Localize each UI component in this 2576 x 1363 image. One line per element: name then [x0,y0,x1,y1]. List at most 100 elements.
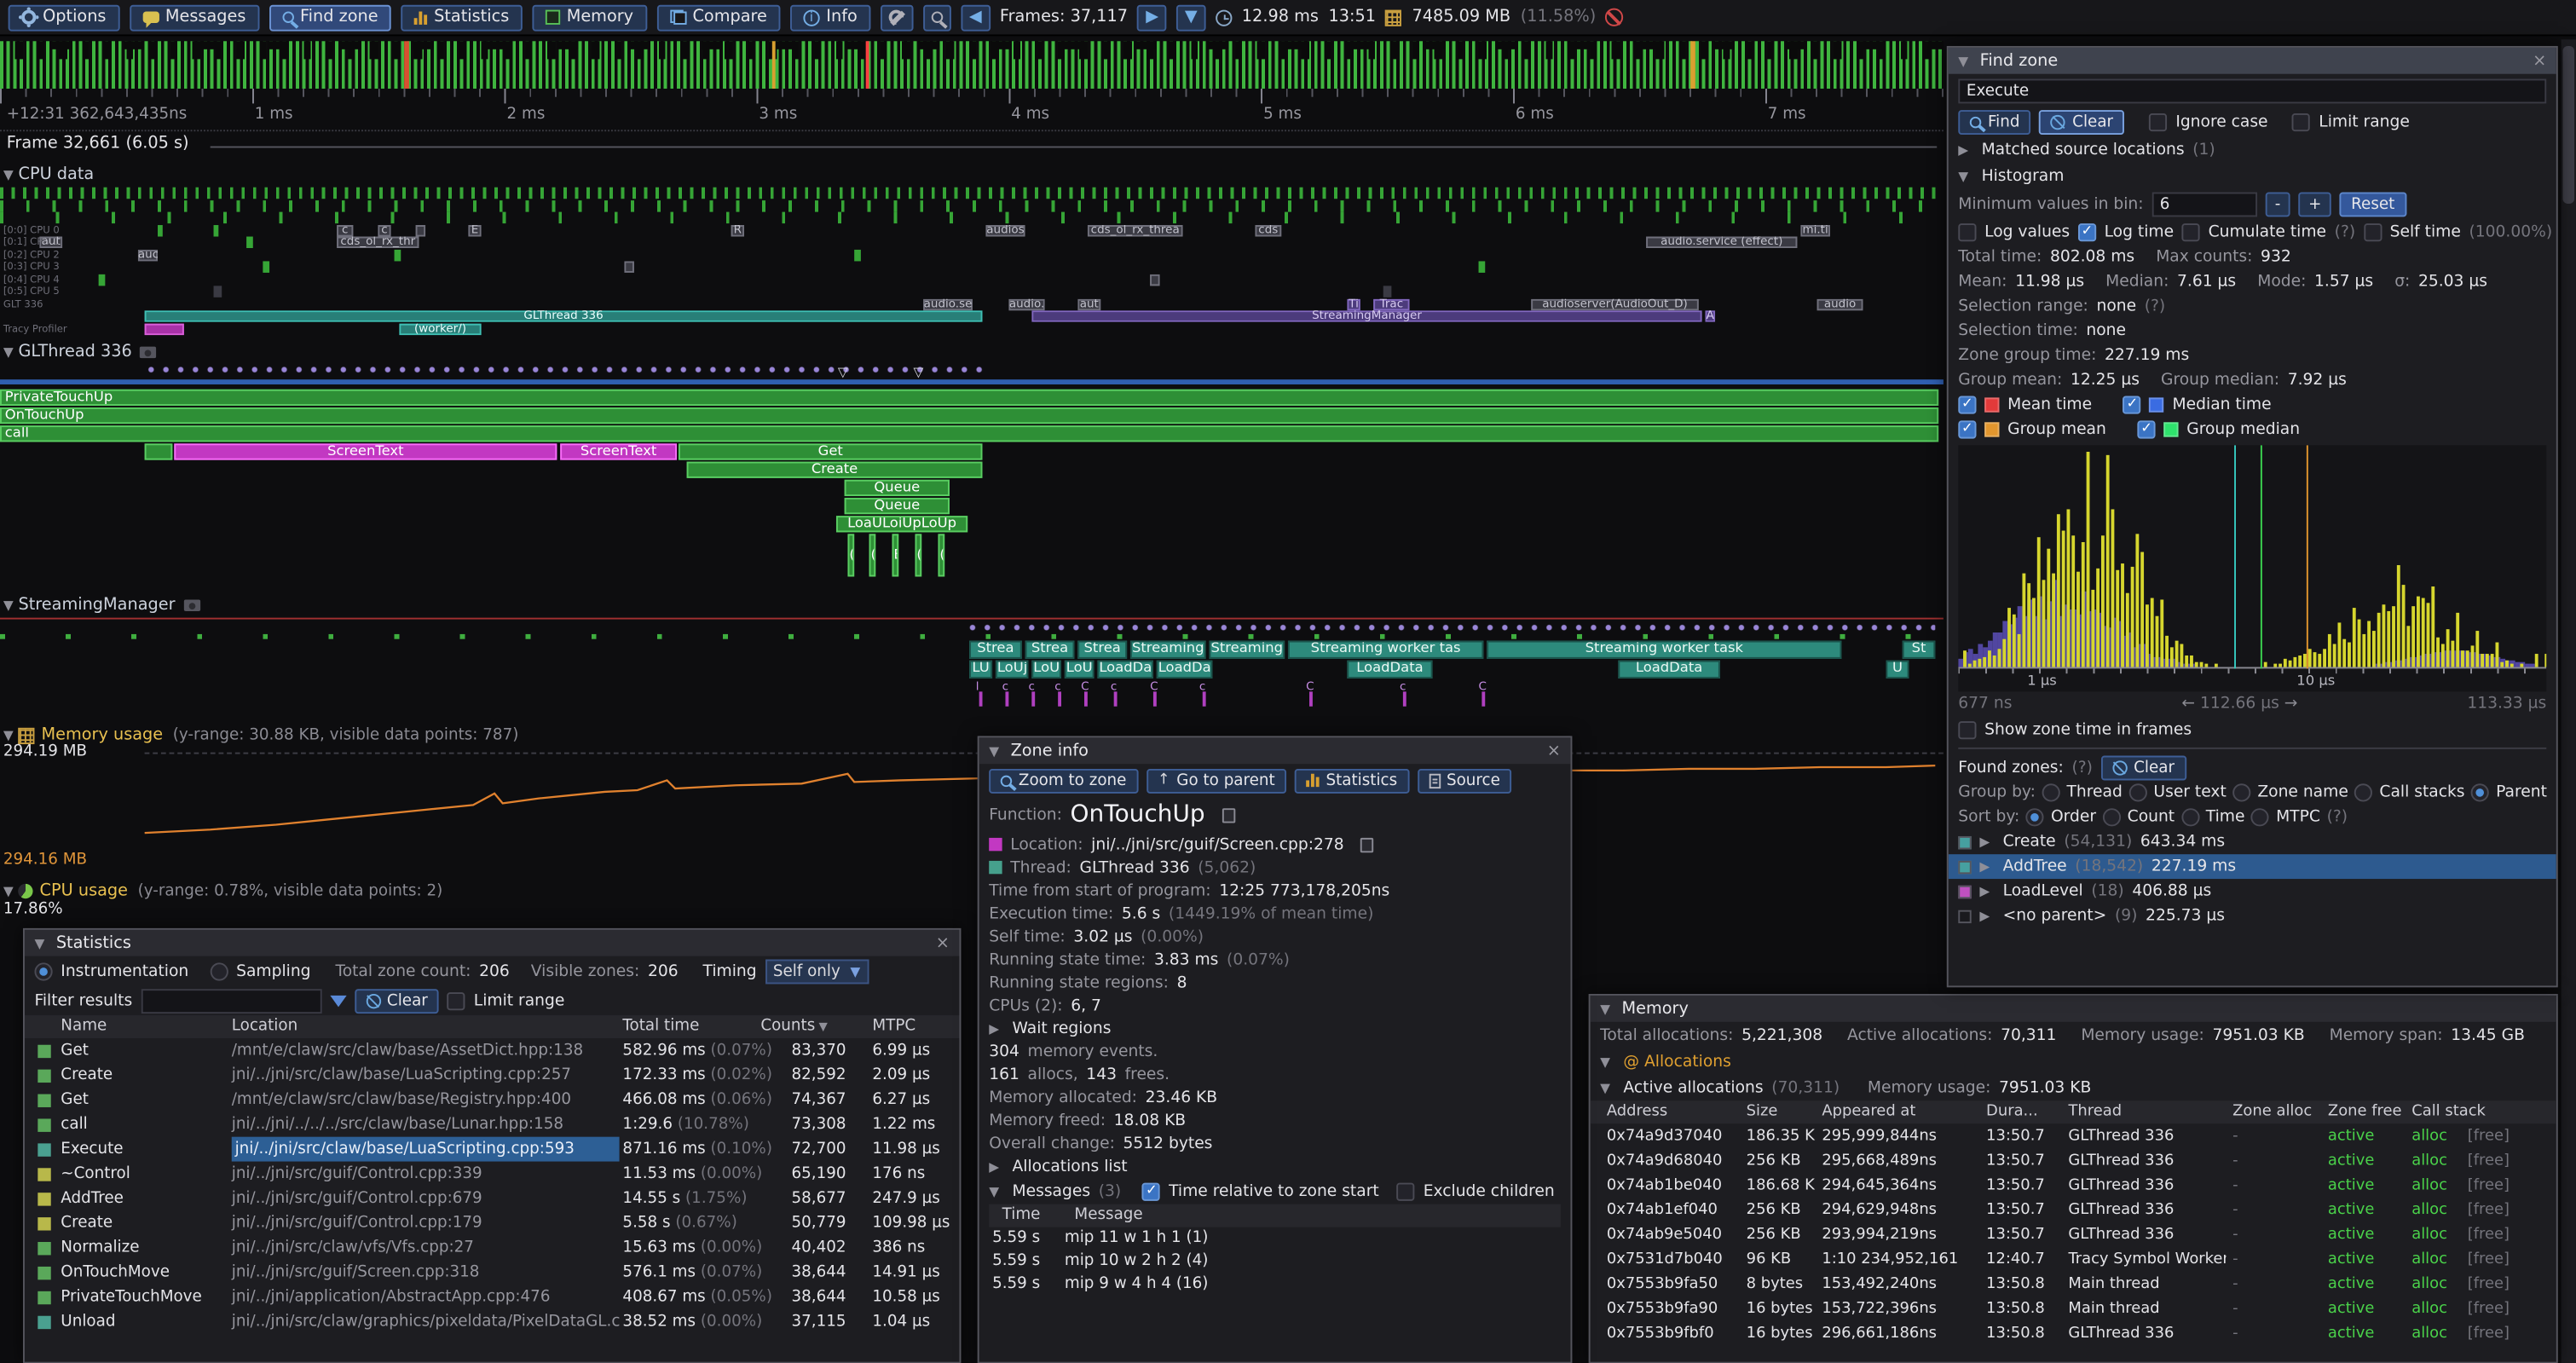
zone-location[interactable]: jni/../jni/src/claw/base/LuaScripting.cp… [232,1137,620,1162]
legend-checkbox-group-median[interactable]: ✓ [2137,420,2155,438]
min-values-input[interactable] [2151,192,2256,217]
found-zone-group[interactable]: ▶<no parent>(9)225.73 µs [1949,904,2556,928]
table-row[interactable]: Get/mnt/e/claw/src/claw/base/Registry.hp… [25,1088,960,1112]
cpu-row[interactable]: GLT 336audio.seaudio.autTiTracaudioserve… [0,298,1944,309]
cpu-row[interactable]: [0:1] CPU 1autcds_ol_rx_thraudio.service… [0,237,1944,248]
cpu-row[interactable]: [0:4] CPU 4 [0,274,1944,285]
source-button[interactable]: Source [1417,768,1511,793]
callstack-alloc-link[interactable]: alloc [2411,1272,2447,1297]
toolbar-button-memory[interactable]: Memory [532,4,646,31]
column-header-dura-[interactable]: Dura... [1986,1100,2038,1123]
time-relative-checkbox[interactable]: ✓ [1142,1182,1160,1200]
message-mark[interactable]: c [1002,680,1019,707]
radio-thread[interactable] [2042,783,2060,801]
allocation-row[interactable]: 0x7531d7b04096 KB1:10 234,952,16112:40.7… [1591,1247,2556,1272]
allocations-tab-row[interactable]: ▼ @ Allocations [1591,1048,2556,1075]
streaming-message-dots[interactable] [966,622,1935,633]
zone[interactable]: U [1886,661,1909,679]
zone[interactable]: Streaming worker tas [1288,641,1483,659]
stats-clear-button[interactable]: Clear [354,988,439,1013]
prev-frame-button[interactable]: ◀ [961,4,990,31]
cpu-zone[interactable] [158,224,163,235]
toolbar-button-options[interactable]: Options [9,4,119,31]
allocation-row[interactable]: 0x74ab1be040186.68 KB294,645,364ns13:50.… [1591,1173,2556,1198]
memory-table-header[interactable]: AddressSizeAppeared atDura...ThreadZone … [1591,1100,2556,1123]
cpu-zone[interactable]: (worker/) [399,323,481,334]
sampling-radio[interactable] [210,962,228,979]
callstack-alloc-link[interactable]: alloc [2411,1222,2447,1247]
find-zone-titlebar[interactable]: ▼ Find zone × [1949,48,2556,74]
callstack-alloc-link[interactable]: alloc [2411,1247,2447,1272]
column-header-call-stack[interactable]: Call stack [2411,1100,2486,1123]
find-zone-input[interactable] [1958,78,2546,103]
find-button[interactable]: Find [1958,109,2031,134]
notifications-off-icon[interactable] [1606,9,1624,26]
message-mark[interactable]: C [1081,680,1097,707]
zone[interactable]: LoadDaU [1097,661,1153,679]
zone[interactable]: E [892,534,899,576]
log-values-checkbox[interactable] [1958,222,1976,240]
table-row[interactable]: PrivateTouchMovejni/../jni/application/A… [25,1285,960,1309]
zone[interactable]: LoadData [1618,661,1719,679]
table-row[interactable]: Normalizejni/../jni/src/claw/vfs/Vfs.cpp… [25,1235,960,1260]
glthread-header[interactable]: ▼ GLThread 336 [3,342,157,363]
next-frame-button[interactable]: ▶ [1138,4,1167,31]
go-to-parent-button[interactable]: ↑Go to parent [1146,768,1287,793]
cpu-zone[interactable]: E [468,224,481,235]
zone[interactable]: call [0,425,1938,442]
zone-location[interactable]: /mnt/e/claw/src/claw/base/Registry.hpp:4… [232,1088,620,1112]
location-value[interactable]: jni/../jni/src/guif/Screen.cpp:278 [1091,835,1343,853]
instrumentation-radio[interactable] [34,962,52,979]
zone[interactable]: Streaming [1209,641,1285,659]
message-mark[interactable]: c [1054,680,1071,707]
filter-input[interactable] [141,988,321,1013]
cpu-zone[interactable]: audio.service (effect) [1646,237,1797,248]
cpu-zone[interactable]: mi.ti [1800,224,1830,235]
thread-value[interactable]: GLThread 336 [1079,858,1189,876]
zone[interactable]: Strea [1077,641,1127,659]
app-scrollbar[interactable] [2562,39,2576,1363]
cpu-row[interactable] [0,188,1944,199]
copy-icon[interactable] [1222,807,1234,822]
exclude-children-checkbox[interactable] [1397,1182,1415,1200]
cpu-zone[interactable] [145,323,184,334]
allocation-row[interactable]: 0x74ab1ef040256 KB294,629,948ns13:50.7GL… [1591,1198,2556,1222]
copy-icon[interactable] [1360,837,1373,852]
frame-timeline-strip[interactable] [0,41,1944,89]
cpu-zone[interactable]: audio.se [923,298,973,309]
table-row[interactable]: calljni/../jni/../../../src/claw/base/Lu… [25,1112,960,1137]
column-header-zone-alloc[interactable]: Zone alloc [2232,1100,2312,1123]
table-row[interactable]: Executejni/../jni/src/claw/base/LuaScrip… [25,1137,960,1162]
messages-label[interactable]: Messages [1012,1182,1090,1200]
cpu-zone[interactable] [395,249,401,260]
column-header-address[interactable]: Address [1607,1100,1667,1123]
message-mark[interactable]: C [1306,680,1322,707]
reset-button[interactable]: Reset [2340,192,2406,217]
found-zone-group[interactable]: ▶AddTree(18,542)227.19 ms [1949,854,2556,879]
zone[interactable]: ( [869,534,876,576]
histogram-row[interactable]: ▼ Histogram [1949,163,2556,189]
column-header-appeared-at[interactable]: Appeared at [1822,1100,1915,1123]
cpu-zone[interactable]: audio. [1008,298,1044,309]
zone[interactable]: LoadData [1347,661,1432,679]
toolbar-button-info[interactable]: Info [790,4,870,31]
table-row[interactable]: Get/mnt/e/claw/src/claw/base/AssetDict.h… [25,1038,960,1063]
cpu-usage-header[interactable]: ▼ CPU usage (y-range: 0.78%, visible dat… [3,881,442,902]
cpu-row[interactable]: [0:5] CPU 5 [0,286,1944,297]
close-icon[interactable]: × [936,934,950,952]
callstack-alloc-link[interactable]: alloc [2411,1297,2447,1321]
toolbar-button-messages[interactable]: Messages [129,4,258,31]
zone[interactable]: Queue [845,498,950,514]
zoom-tool-button[interactable] [923,4,951,31]
zone[interactable]: OnTouchUp [0,407,1938,424]
found-zones-clear-button[interactable]: Clear [2101,755,2186,780]
show-zone-time-checkbox[interactable] [1958,720,1976,738]
frame-label-row[interactable]: Frame 32,661 (6.05 s) [0,135,1944,158]
memory-titlebar[interactable]: ▼ Memory [1591,996,2556,1022]
allocation-row[interactable]: 0x7553b9fa9016 bytes153,722,396ns13:50.8… [1591,1297,2556,1321]
close-icon[interactable]: × [1547,742,1561,759]
column-header-total-time[interactable]: Total time [622,1015,699,1038]
zone-location[interactable]: jni/../jni/application/AbstractApp.cpp:4… [232,1285,620,1309]
message-mark[interactable]: c [1199,680,1216,707]
ignore-case-checkbox[interactable] [2149,113,2167,130]
